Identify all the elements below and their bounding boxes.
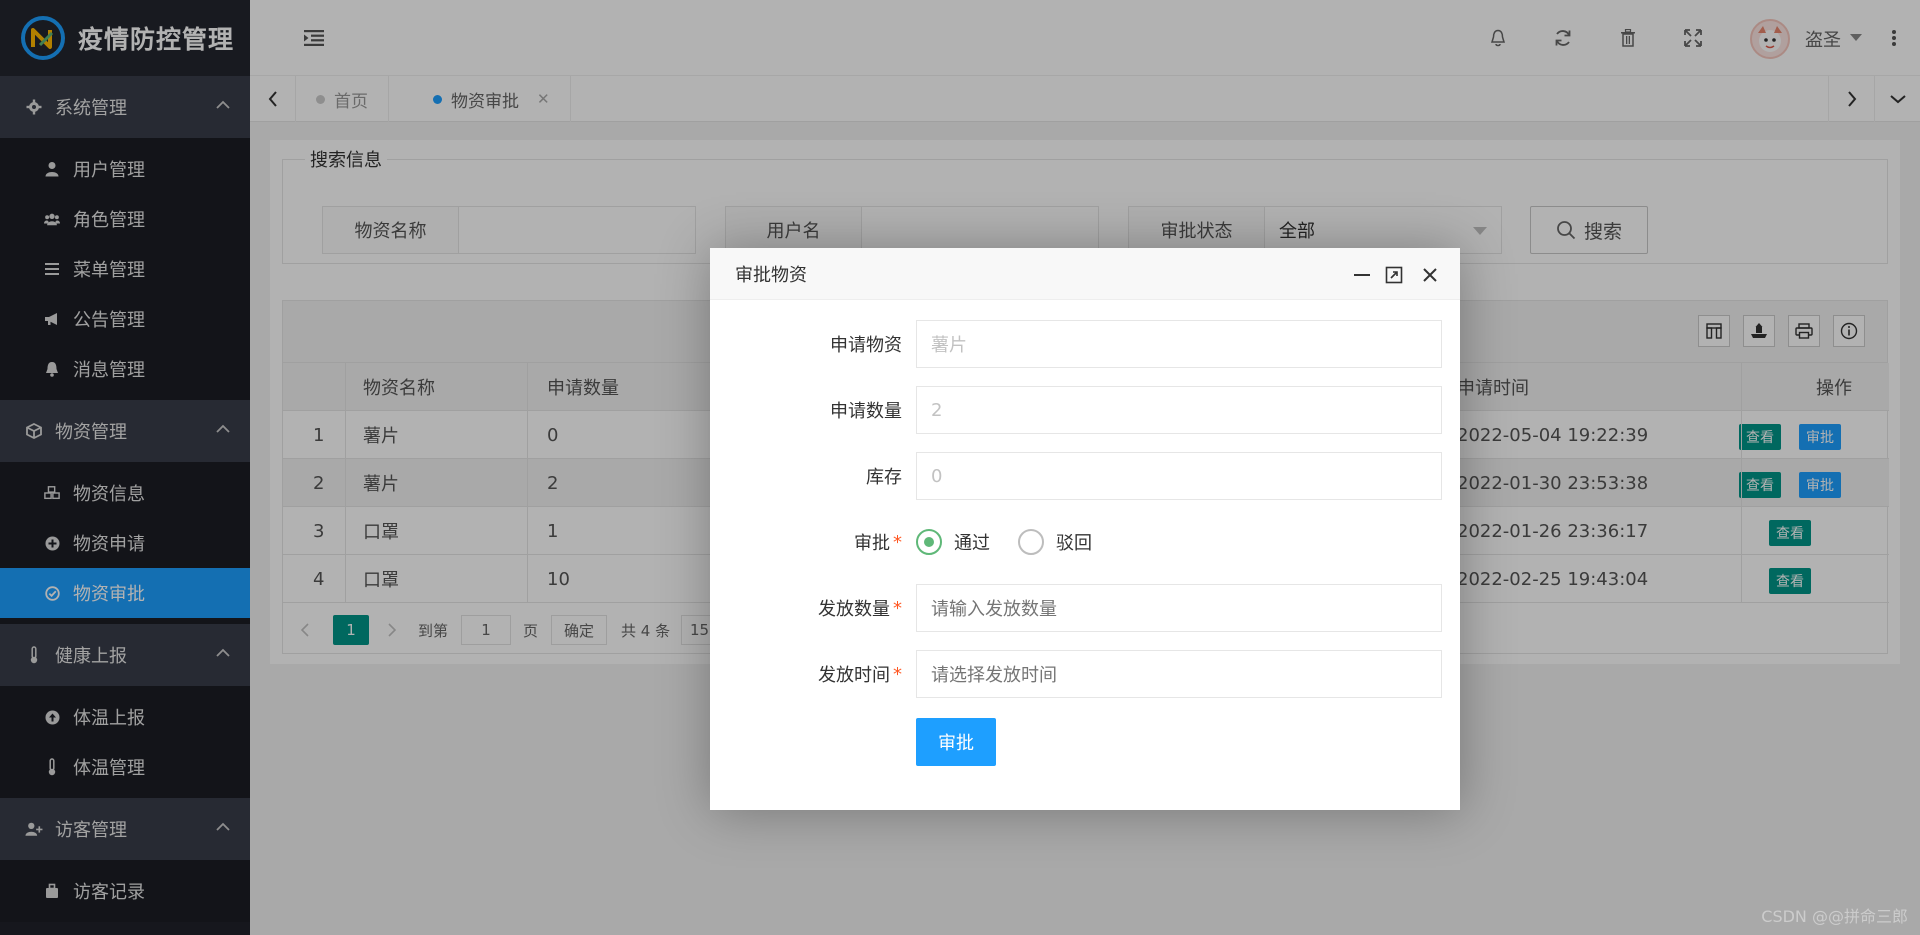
watermark: CSDN @@拼命三郎 <box>1761 907 1908 926</box>
field-label: 审批 * <box>854 518 902 566</box>
field-label-text: 发放时间 <box>818 665 890 686</box>
material-field[interactable]: 薯片 <box>916 320 1442 368</box>
required-mark: * <box>893 531 902 553</box>
stock-field[interactable]: 0 <box>916 452 1442 500</box>
issue-qty-input[interactable]: 请输入发放数量 <box>916 584 1442 632</box>
form-row-stock: 库存 0 <box>710 452 1460 500</box>
field-label-text: 审批 <box>854 533 890 554</box>
dialog-title: 审批物资 <box>735 264 807 286</box>
required-mark: * <box>893 663 902 685</box>
form-row-quantity: 申请数量 2 <box>710 386 1460 434</box>
radio-unchecked-icon <box>1018 529 1044 555</box>
field-label: 发放时间 * <box>818 650 902 698</box>
field-label: 申请物资 <box>830 335 902 356</box>
radio-pass[interactable]: 通过 <box>916 528 990 556</box>
form-row-material: 申请物资 薯片 <box>710 320 1460 368</box>
dialog-title-bar: 审批物资 <box>710 248 1460 300</box>
radio-label: 驳回 <box>1056 533 1092 554</box>
minimize-icon[interactable] <box>1352 265 1372 285</box>
radio-label: 通过 <box>954 533 990 554</box>
form-row-issue-time: 发放时间 * 请选择发放时间 <box>710 650 1460 698</box>
field-label: 申请数量 <box>830 401 902 422</box>
form-row-approve: 审批 * 通过 驳回 <box>710 518 1460 566</box>
maximize-icon[interactable] <box>1384 265 1404 285</box>
approve-dialog: 审批物资 申请物资 薯片 申请数量 2 库存 0 审批 * 通过 驳回 发放数量 *… <box>710 248 1460 810</box>
field-label: 发放数量 * <box>818 584 902 632</box>
approve-submit-button[interactable]: 审批 <box>916 718 996 766</box>
close-icon[interactable] <box>1420 265 1440 285</box>
quantity-field[interactable]: 2 <box>916 386 1442 434</box>
field-label-text: 发放数量 <box>818 599 890 620</box>
required-mark: * <box>893 597 902 619</box>
radio-checked-icon <box>916 529 942 555</box>
field-label: 库存 <box>866 467 902 488</box>
issue-time-input[interactable]: 请选择发放时间 <box>916 650 1442 698</box>
radio-reject[interactable]: 驳回 <box>1018 528 1092 556</box>
form-row-issue-qty: 发放数量 * 请输入发放数量 <box>710 584 1460 632</box>
